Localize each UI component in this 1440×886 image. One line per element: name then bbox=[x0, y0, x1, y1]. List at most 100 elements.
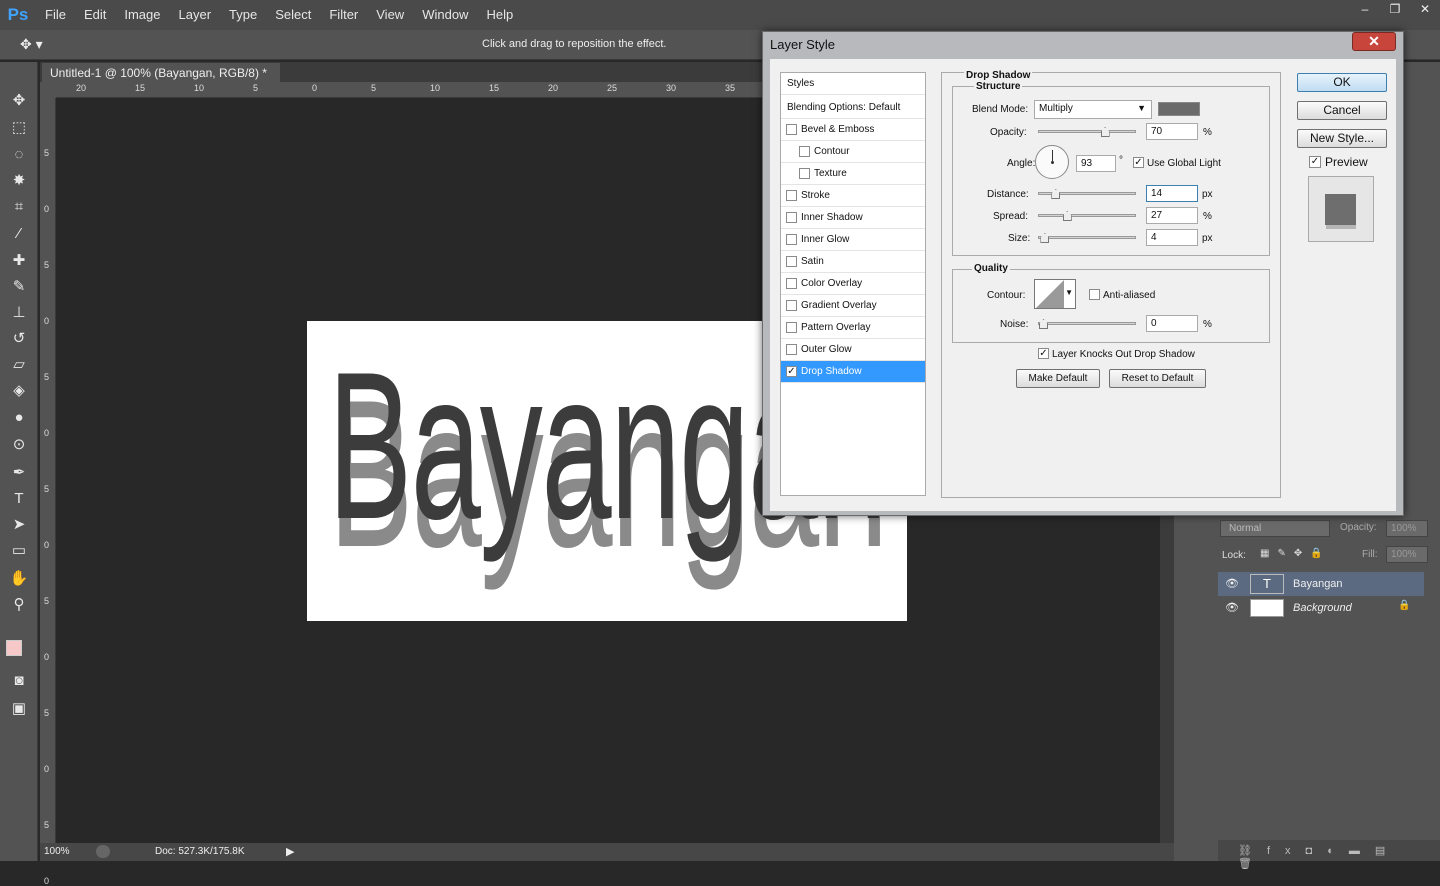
menu-filter[interactable]: Filter bbox=[320, 0, 367, 30]
close-icon[interactable]: ✕ bbox=[1410, 0, 1440, 18]
link-icon[interactable]: ⛓ bbox=[1238, 845, 1267, 857]
noise-input[interactable]: 0 bbox=[1146, 315, 1198, 332]
knocks-out-checkbox[interactable]: ✓ bbox=[1038, 348, 1049, 359]
restore-icon[interactable]: ❐ bbox=[1380, 0, 1410, 18]
foreground-color-swatch[interactable] bbox=[6, 640, 22, 656]
menu-select[interactable]: Select bbox=[266, 0, 320, 30]
menu-type[interactable]: Type bbox=[220, 0, 266, 30]
shadow-color-swatch[interactable] bbox=[1158, 102, 1200, 116]
blur-icon[interactable]: ● bbox=[8, 407, 30, 429]
size-slider[interactable] bbox=[1038, 233, 1136, 243]
menu-layer[interactable]: Layer bbox=[170, 0, 221, 30]
rectangle-icon[interactable]: ▭ bbox=[8, 540, 30, 562]
magic-wand-icon[interactable]: ✸ bbox=[8, 170, 30, 192]
new-layer-icon[interactable]: ▤ bbox=[1375, 845, 1400, 857]
crop-icon[interactable]: ⌗ bbox=[8, 196, 30, 218]
angle-dial[interactable] bbox=[1035, 145, 1069, 179]
reset-to-default-button[interactable]: Reset to Default bbox=[1109, 369, 1206, 388]
lock-icons[interactable]: ▦✎✥🔒 bbox=[1260, 548, 1331, 559]
stamp-icon[interactable]: ⊥ bbox=[8, 302, 30, 324]
fill-input[interactable]: 100% bbox=[1386, 546, 1428, 563]
eraser-icon[interactable]: ▱ bbox=[8, 354, 30, 376]
document-tab[interactable]: Untitled-1 @ 100% (Bayangan, RGB/8) * × bbox=[42, 63, 280, 94]
style-checkbox[interactable] bbox=[786, 322, 797, 333]
style-item-bevel-emboss[interactable]: Bevel & Emboss bbox=[781, 119, 925, 141]
style-item-outer-glow[interactable]: Outer Glow bbox=[781, 339, 925, 361]
menu-image[interactable]: Image bbox=[115, 0, 169, 30]
type-tool-icon[interactable]: T bbox=[8, 488, 30, 510]
style-checkbox[interactable] bbox=[786, 234, 797, 245]
blending-options[interactable]: Blending Options: Default bbox=[781, 97, 925, 119]
adjustment-icon[interactable]: ◐ bbox=[1327, 845, 1349, 857]
layer-row-bayangan[interactable]: 👁 T Bayangan bbox=[1218, 572, 1424, 596]
menu-help[interactable]: Help bbox=[477, 0, 522, 30]
cancel-button[interactable]: Cancel bbox=[1297, 101, 1387, 120]
path-selection-icon[interactable]: ➤ bbox=[8, 514, 30, 536]
style-checkbox[interactable] bbox=[786, 300, 797, 311]
spread-slider[interactable] bbox=[1038, 211, 1136, 221]
layer-row-background[interactable]: 👁 Background 🔒 bbox=[1218, 596, 1424, 620]
style-checkbox[interactable] bbox=[786, 124, 797, 135]
layer-name[interactable]: Bayangan bbox=[1293, 578, 1343, 590]
visibility-eye-icon[interactable]: 👁 bbox=[1225, 601, 1239, 614]
noise-slider[interactable] bbox=[1038, 319, 1136, 329]
eyedropper-icon[interactable]: ⁄ bbox=[8, 223, 30, 245]
style-item-contour[interactable]: Contour bbox=[781, 141, 925, 163]
style-checkbox[interactable] bbox=[786, 344, 797, 355]
opacity-input[interactable]: 70 bbox=[1146, 123, 1198, 140]
distance-input[interactable]: 14 bbox=[1146, 185, 1198, 202]
move-icon[interactable]: ✥ bbox=[8, 90, 30, 112]
hand-icon[interactable]: ✋ bbox=[8, 568, 30, 590]
style-item-pattern-overlay[interactable]: Pattern Overlay bbox=[781, 317, 925, 339]
layer-opacity-input[interactable]: 100% bbox=[1386, 520, 1428, 537]
make-default-button[interactable]: Make Default bbox=[1016, 369, 1100, 388]
screen-mode-icon[interactable]: ▣ bbox=[8, 698, 30, 720]
trash-icon[interactable]: 🗑 bbox=[1238, 858, 1267, 870]
angle-input[interactable]: 93 bbox=[1076, 155, 1116, 172]
style-checkbox[interactable] bbox=[786, 256, 797, 267]
dialog-close-icon[interactable]: ✕ bbox=[1352, 32, 1396, 51]
paint-bucket-icon[interactable]: ◈ bbox=[8, 380, 30, 402]
ok-button[interactable]: OK bbox=[1297, 73, 1387, 92]
visibility-eye-icon[interactable]: 👁 bbox=[1225, 577, 1239, 590]
menu-edit[interactable]: Edit bbox=[75, 0, 115, 30]
style-item-inner-glow[interactable]: Inner Glow bbox=[781, 229, 925, 251]
size-input[interactable]: 4 bbox=[1146, 229, 1198, 246]
style-checkbox[interactable] bbox=[786, 212, 797, 223]
distance-slider[interactable] bbox=[1038, 189, 1136, 199]
move-tool-icon[interactable]: ✥ ▾ bbox=[20, 36, 43, 53]
style-item-texture[interactable]: Texture bbox=[781, 163, 925, 185]
spread-input[interactable]: 27 bbox=[1146, 207, 1198, 224]
style-item-satin[interactable]: Satin bbox=[781, 251, 925, 273]
blend-mode-select[interactable]: Multiply ▼ bbox=[1034, 100, 1152, 119]
anti-aliased-checkbox[interactable] bbox=[1089, 289, 1100, 300]
mask-icon[interactable]: ◘ bbox=[1306, 845, 1328, 857]
opacity-slider[interactable] bbox=[1038, 127, 1136, 137]
pen-icon[interactable]: ✒ bbox=[8, 462, 30, 484]
zoom-level[interactable]: 100% bbox=[44, 846, 70, 857]
status-arrow-icon[interactable]: ▶ bbox=[286, 845, 294, 858]
style-checkbox[interactable] bbox=[786, 190, 797, 201]
healing-brush-icon[interactable]: ✚ bbox=[8, 250, 30, 272]
style-checkbox[interactable]: ✓ bbox=[786, 366, 797, 377]
zoom-icon[interactable]: ⚲ bbox=[8, 594, 30, 616]
menu-view[interactable]: View bbox=[367, 0, 413, 30]
style-checkbox[interactable] bbox=[799, 146, 810, 157]
style-item-inner-shadow[interactable]: Inner Shadow bbox=[781, 207, 925, 229]
use-global-light-checkbox[interactable]: ✓ bbox=[1133, 157, 1144, 168]
style-item-drop-shadow[interactable]: ✓ Drop Shadow bbox=[781, 361, 925, 383]
fx-icon[interactable]: fx bbox=[1267, 845, 1306, 857]
status-menu-icon[interactable] bbox=[96, 845, 110, 858]
marquee-icon[interactable]: ⬚ bbox=[8, 117, 30, 139]
style-item-gradient-overlay[interactable]: Gradient Overlay bbox=[781, 295, 925, 317]
contour-picker[interactable]: ▼ bbox=[1034, 279, 1076, 309]
layer-blend-select[interactable]: Normal bbox=[1220, 520, 1330, 537]
menu-file[interactable]: File bbox=[36, 0, 75, 30]
folder-icon[interactable]: ▬ bbox=[1349, 845, 1375, 857]
history-brush-icon[interactable]: ↺ bbox=[8, 328, 30, 350]
minimize-icon[interactable]: – bbox=[1350, 0, 1380, 18]
style-checkbox[interactable] bbox=[786, 278, 797, 289]
layer-name[interactable]: Background bbox=[1293, 602, 1352, 614]
style-item-color-overlay[interactable]: Color Overlay bbox=[781, 273, 925, 295]
style-checkbox[interactable] bbox=[799, 168, 810, 179]
